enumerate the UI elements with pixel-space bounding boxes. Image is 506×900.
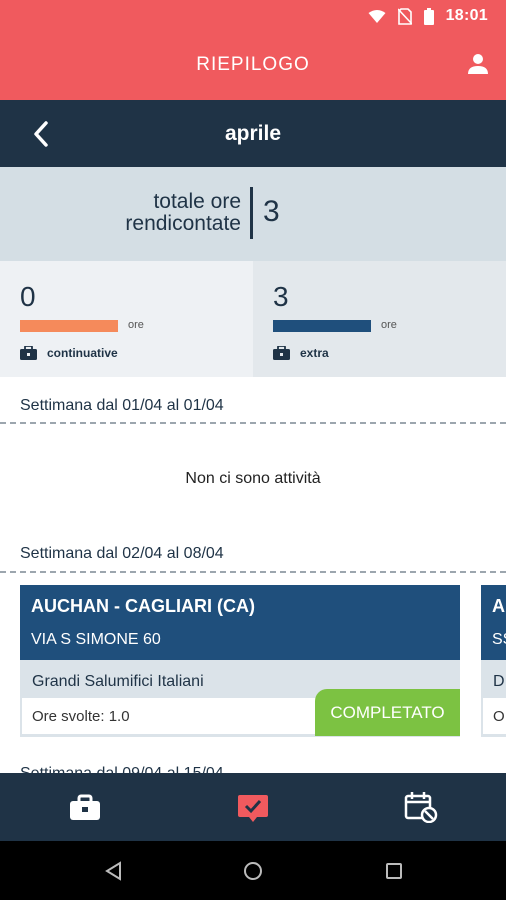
- store-name: AU: [492, 596, 506, 616]
- profile-icon[interactable]: [466, 52, 490, 76]
- hours-box: O: [483, 698, 506, 734]
- hours-breakdown: 0 ore continuative 3 ore extra: [0, 261, 506, 377]
- bottom-nav: [0, 773, 506, 841]
- total-hours-value: 3: [263, 195, 280, 228]
- week-header: Settimana dal 02/04 al 08/04: [20, 545, 224, 562]
- hours-extra-label: extra: [300, 346, 329, 360]
- total-hours-label: totale ore rendicontate: [41, 191, 241, 235]
- hours-continuative-bar: [20, 320, 118, 332]
- total-divider: [250, 187, 253, 239]
- week-divider: [0, 571, 506, 573]
- hours-worked: O: [493, 708, 505, 725]
- week-divider: [0, 422, 506, 424]
- hours-continuative: 0 ore continuative: [0, 261, 253, 377]
- home-icon[interactable]: [243, 861, 263, 881]
- store-name: AUCHAN - CAGLIARI (CA): [31, 596, 255, 616]
- total-label-line1: totale ore: [153, 190, 241, 213]
- calendar-check-icon[interactable]: [236, 791, 270, 823]
- briefcase-icon: [20, 346, 37, 360]
- status-bar: 18:01: [0, 0, 506, 32]
- briefcase-icon: [273, 346, 290, 360]
- briefcase-icon[interactable]: [68, 791, 102, 823]
- hours-extra: 3 ore extra: [253, 261, 506, 377]
- company-name: Grandi Salumifici Italiani: [32, 673, 204, 690]
- card-body: D O: [481, 660, 506, 737]
- status-time: 18:01: [445, 7, 488, 24]
- hours-worked: Ore svolte: 1.0: [32, 708, 130, 725]
- activity-card[interactable]: AU SS D O: [481, 585, 506, 737]
- card-body: Grandi Salumifici Italiani Ore svolte: 1…: [20, 660, 460, 737]
- hours-continuative-unit: ore: [128, 319, 144, 331]
- store-address: VIA S SIMONE 60: [31, 631, 161, 648]
- back-icon[interactable]: [104, 861, 124, 881]
- recents-icon[interactable]: [384, 861, 404, 881]
- system-nav-bar: [0, 841, 506, 900]
- card-header: AU SS: [481, 585, 506, 660]
- hours-extra-value: 3: [273, 281, 289, 312]
- hours-extra-bar: [273, 320, 371, 332]
- status-icons: 18:01: [368, 6, 488, 26]
- battery-icon: [423, 7, 434, 25]
- company-name: D: [493, 673, 505, 690]
- card-header: AUCHAN - CAGLIARI (CA) VIA S SIMONE 60: [20, 585, 460, 660]
- hours-extra-unit: ore: [381, 319, 397, 331]
- app-bar: RIEPILOGO: [0, 32, 506, 100]
- calendar-blocked-icon[interactable]: [404, 791, 438, 823]
- no-sim-icon: [397, 7, 412, 25]
- weeks-list[interactable]: Settimana dal 01/04 al 01/04 Non ci sono…: [0, 377, 506, 773]
- empty-activities-message: Non ci sono attività: [185, 470, 321, 487]
- status-badge: COMPLETATO: [315, 689, 460, 736]
- total-label-line2: rendicontate: [125, 212, 241, 235]
- week-header: Settimana dal 01/04 al 01/04: [20, 397, 224, 414]
- total-hours-panel: totale ore rendicontate 3: [0, 167, 506, 261]
- activity-card[interactable]: AUCHAN - CAGLIARI (CA) VIA S SIMONE 60 G…: [20, 585, 460, 737]
- wifi-icon: [368, 9, 386, 23]
- store-address: SS: [492, 631, 506, 648]
- month-bar: aprile: [0, 100, 506, 167]
- hours-continuative-value: 0: [20, 281, 36, 312]
- month-title: aprile: [224, 122, 282, 145]
- app-title: RIEPILOGO: [196, 54, 310, 75]
- hours-continuative-label: continuative: [47, 346, 118, 360]
- week-header: Settimana dal 09/04 al 15/04: [20, 765, 224, 773]
